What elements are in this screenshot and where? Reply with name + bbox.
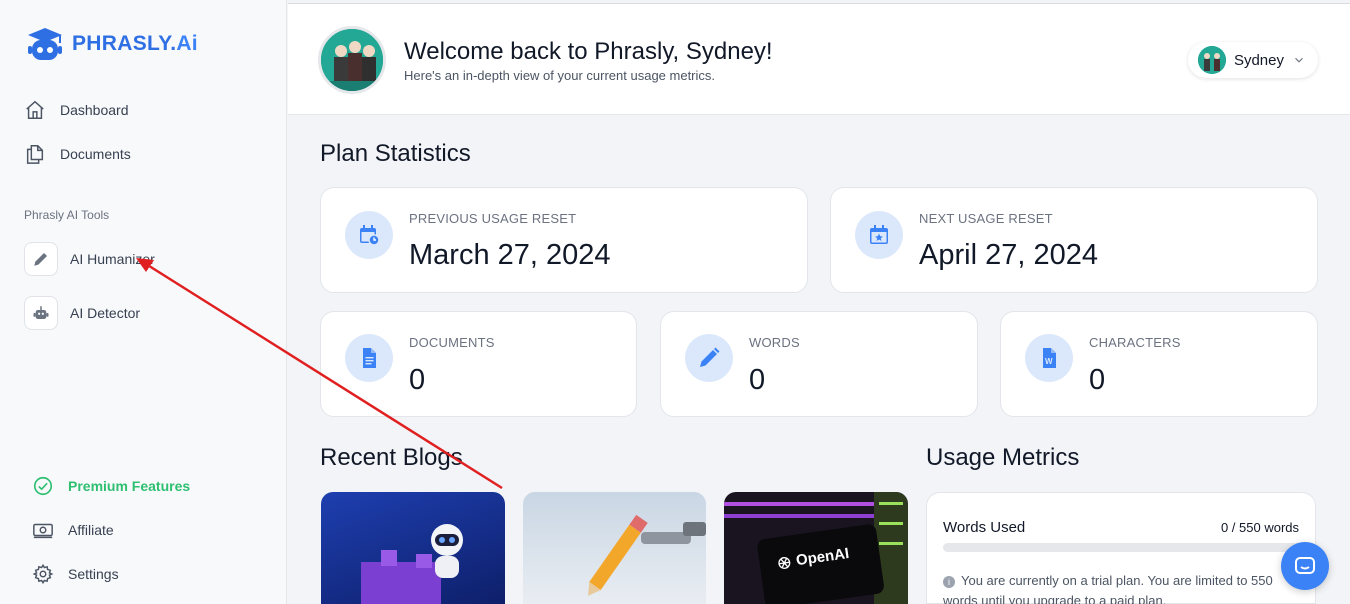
stat-icon-circle bbox=[855, 211, 903, 259]
plan-statistics-heading: Plan Statistics bbox=[320, 140, 471, 167]
sidebar-item-label: Documents bbox=[60, 146, 131, 162]
calendar-star-icon bbox=[870, 225, 888, 244]
sidebar-item-ai-detector[interactable]: AI Detector bbox=[24, 296, 140, 330]
chat-icon bbox=[1295, 557, 1315, 574]
sidebar-item-dashboard[interactable]: Dashboard bbox=[24, 99, 129, 121]
robot-icon bbox=[33, 306, 49, 319]
characters-card: W CHARACTERS 0 bbox=[1000, 311, 1318, 417]
sidebar-item-affiliate[interactable]: Affiliate bbox=[32, 519, 114, 541]
sidebar-item-label: Settings bbox=[68, 566, 119, 582]
words-progress-bar bbox=[943, 543, 1301, 552]
stat-label: WORDS bbox=[749, 335, 800, 350]
documents-icon bbox=[26, 145, 44, 164]
sidebar-item-label: Dashboard bbox=[60, 102, 129, 118]
blog-thumbnail bbox=[361, 524, 463, 604]
stat-icon-circle: W bbox=[1025, 334, 1073, 382]
openai-knot-icon bbox=[778, 556, 791, 569]
stat-label: NEXT USAGE RESET bbox=[919, 211, 1053, 226]
sidebar-item-premium-features[interactable]: Premium Features bbox=[32, 475, 190, 497]
page-title: Welcome back to Phrasly, Sydney! bbox=[404, 38, 773, 65]
tool-icon-box bbox=[24, 242, 58, 276]
money-icon bbox=[33, 523, 53, 539]
sidebar-item-label: AI Humanizer bbox=[70, 251, 155, 267]
sidebar-item-documents[interactable]: Documents bbox=[24, 143, 131, 165]
words-card: WORDS 0 bbox=[660, 311, 978, 417]
brand-name: PHRASLY.Ai bbox=[72, 32, 198, 55]
gear-icon bbox=[32, 563, 54, 585]
robot-graduate-icon bbox=[28, 28, 62, 60]
stat-value: 0 bbox=[409, 364, 426, 396]
sidebar: PHRASLY.Ai Dashboard Documents Phrasly A… bbox=[0, 0, 287, 604]
stat-value: March 27, 2024 bbox=[409, 239, 611, 271]
page-subtitle: Here's an in-depth view of your current … bbox=[404, 68, 716, 83]
chevron-down-icon bbox=[1295, 57, 1303, 63]
sidebar-item-label: AI Detector bbox=[70, 305, 141, 321]
user-menu-button[interactable]: Sydney bbox=[1187, 42, 1318, 78]
blog-thumbnail bbox=[724, 492, 908, 604]
next-usage-reset-card: NEXT USAGE RESET April 27, 2024 bbox=[830, 187, 1318, 293]
home-icon bbox=[26, 100, 44, 119]
stat-label: DOCUMENTS bbox=[409, 335, 495, 350]
section-label-tools: Phrasly AI Tools bbox=[24, 208, 110, 222]
tool-icon-box bbox=[24, 296, 58, 330]
blog-card-openai[interactable]: OpenAI bbox=[724, 492, 908, 604]
stat-value: April 27, 2024 bbox=[919, 239, 1098, 271]
user-name: Sydney bbox=[1233, 51, 1284, 69]
word-file-icon: W bbox=[1043, 348, 1056, 368]
recent-blogs-heading: Recent Blogs bbox=[320, 444, 463, 471]
avatar bbox=[1197, 46, 1226, 74]
blog-card-humanizer[interactable] bbox=[321, 492, 505, 604]
trial-info-text: You are currently on a trial plan. You a… bbox=[943, 573, 1273, 604]
blog-card-robot-pencil[interactable] bbox=[523, 492, 706, 604]
words-count: 0 / 550 words bbox=[1220, 520, 1299, 535]
chat-support-button[interactable] bbox=[1281, 542, 1329, 590]
stat-label: PREVIOUS USAGE RESET bbox=[409, 211, 577, 226]
brand-logo[interactable]: PHRASLY.Ai bbox=[24, 26, 198, 62]
stat-icon-circle bbox=[685, 334, 733, 382]
previous-usage-reset-card: PREVIOUS USAGE RESET March 27, 2024 bbox=[320, 187, 808, 293]
pencil-icon bbox=[700, 347, 720, 367]
sidebar-item-label: Affiliate bbox=[68, 522, 114, 538]
stat-icon-circle bbox=[345, 334, 393, 382]
stat-value: 0 bbox=[749, 364, 766, 396]
info-icon: i bbox=[943, 576, 955, 588]
calendar-clock-icon bbox=[360, 225, 380, 246]
check-circle-icon bbox=[33, 476, 53, 496]
blog-thumbnail bbox=[588, 514, 706, 596]
trial-info: i You are currently on a trial plan. You … bbox=[943, 571, 1283, 604]
avatar bbox=[318, 26, 386, 94]
documents-card: DOCUMENTS 0 bbox=[320, 311, 637, 417]
pencil-icon bbox=[34, 253, 47, 266]
top-header: Welcome back to Phrasly, Sydney! Here's … bbox=[288, 3, 1350, 115]
stat-value: 0 bbox=[1089, 364, 1106, 396]
sidebar-item-settings[interactable]: Settings bbox=[32, 563, 119, 585]
sidebar-item-label: Premium Features bbox=[68, 478, 191, 494]
words-used-label: Words Used bbox=[943, 519, 1026, 536]
usage-metrics-heading: Usage Metrics bbox=[926, 444, 1080, 471]
stat-label: CHARACTERS bbox=[1089, 335, 1181, 350]
avatar-image bbox=[321, 29, 383, 91]
svg-text:W: W bbox=[1045, 357, 1053, 366]
usage-metrics-card: Words Used 0 / 550 words i You are curren… bbox=[926, 492, 1316, 604]
sidebar-item-ai-humanizer[interactable]: AI Humanizer bbox=[24, 242, 155, 276]
document-icon bbox=[363, 348, 376, 368]
stat-icon-circle bbox=[345, 211, 393, 259]
